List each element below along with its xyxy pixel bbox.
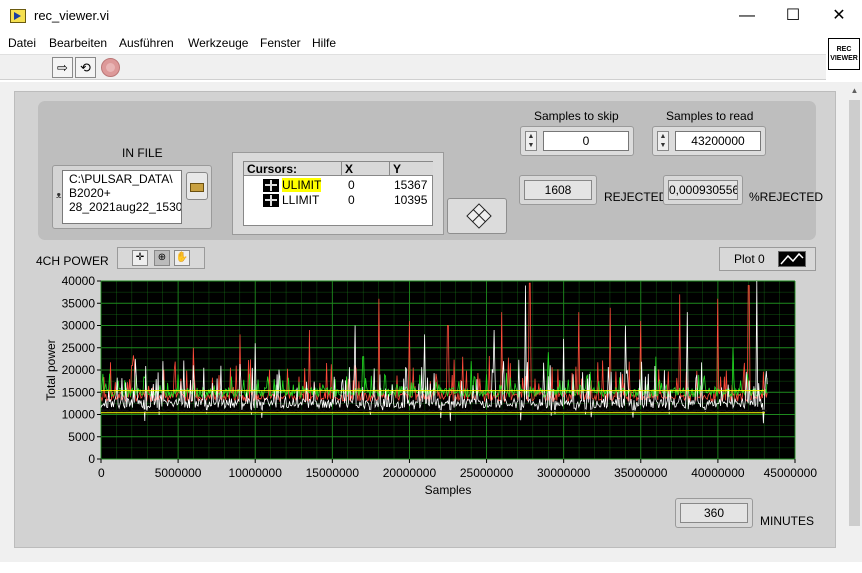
cursor-crosshair-icon[interactable] [263,179,279,192]
x-tick-label: 45000000 [764,466,818,480]
path-line-3: 28_2021aug22_1530 [69,200,182,214]
pct-rejected-label: %REJECTED [749,190,824,204]
maximize-button[interactable]: ☐ [770,0,816,32]
cursor-llimit-name[interactable]: LLIMIT [282,193,319,207]
cursor-ulimit-x: 0 [348,178,355,192]
in-file-label: IN FILE [122,146,163,160]
title-bar: rec_viewer.vi — ☐ ✕ [0,0,862,32]
rejected-indicator: 1608 [519,175,597,205]
y-tick-label: 10000 [62,408,96,422]
x-tick-label: 5000000 [155,466,202,480]
y-tick-label: 25000 [62,341,96,355]
cursor-table[interactable]: Cursors: X Y ULIMIT 0 15367 LLIMIT 0 103… [243,161,433,226]
toolbar: ⇨ ⟲ [0,54,826,80]
y-tick-label: 5000 [68,430,95,444]
samples-to-skip-control: ▲ ▼ 0 [520,126,634,156]
menu-bearbeiten[interactable]: Bearbeiten [49,36,107,50]
run-arrow-icon[interactable]: ⇨ [52,57,73,78]
samples-to-read-control: ▲ ▼ 43200000 [652,126,766,156]
samples-to-read-input[interactable]: 43200000 [675,131,761,151]
plot-swatch-line [780,252,804,265]
cursor-llimit-x: 0 [348,193,355,207]
labview-vi-icon [10,9,26,23]
x-axis-label: Samples [425,483,472,497]
samples-to-skip-label: Samples to skip [534,109,619,123]
y-tick-label: 15000 [62,385,96,399]
samples-to-read-stepper[interactable]: ▲ ▼ [657,131,669,151]
browse-button[interactable] [186,172,208,200]
y-tick-label: 30000 [62,319,96,333]
x-tick-label: 35000000 [614,466,668,480]
y-tick-label: 35000 [62,296,96,310]
rejected-value: 1608 [524,180,592,200]
cursor-header-name: Cursors: [244,162,342,176]
cursor-ulimit-name[interactable]: ULIMIT [282,178,322,192]
samples-to-skip-stepper[interactable]: ▲ ▼ [525,131,537,151]
close-button[interactable]: ✕ [816,0,862,32]
path-line-4: .... [69,214,83,224]
horizontal-scroll-area [0,562,862,573]
y-tick-label: 40000 [62,274,96,288]
pct-rejected-indicator: 0,000930556 [663,175,743,205]
cursor-move-button[interactable] [447,198,507,234]
waveform-graph[interactable]: 0 5000 10000 15000 20000 25000 30000 35000 40000… [0,270,840,502]
zoom-tool-icon[interactable]: ⊕ [154,250,170,266]
abort-execution-icon[interactable] [101,58,120,77]
x-tick-label: 0 [98,466,105,480]
vi-connector-icon[interactable]: REC VIEWER [828,38,860,70]
cursor-header-x: X [342,162,390,176]
cursor-tool-icon[interactable]: ✛ [132,250,148,266]
samples-to-skip-input[interactable]: 0 [543,131,629,151]
path-line-2: B2020+ [69,186,111,200]
x-tick-label: 25000000 [460,466,514,480]
minutes-indicator: 360 [675,498,753,528]
plot-line-style-icon [778,251,806,267]
x-tick-label: 15000000 [306,466,360,480]
minimize-button[interactable]: — [724,0,770,32]
plot-legend[interactable]: Plot 0 [719,247,816,271]
scrollbar-thumb[interactable] [849,100,860,526]
menu-ausfuehren[interactable]: Ausführen [119,36,174,50]
rejected-label: REJECTED [604,190,668,204]
x-tick-label: 30000000 [537,466,591,480]
minutes-value: 360 [680,503,748,523]
y-tick-label: 0 [88,452,95,466]
x-tick-label: 10000000 [229,466,283,480]
pan-hand-icon[interactable]: ✋ [174,250,190,266]
folder-icon [190,183,204,192]
path-line-1: C:\PULSAR_DATA\ [69,172,173,186]
in-file-path-field[interactable]: C:\PULSAR_DATA\ B2020+ 28_2021aug22_1530… [62,170,182,224]
vi-icon-line2: VIEWER [830,55,858,62]
samples-to-read-label: Samples to read [666,109,754,123]
x-tick-label: 20000000 [383,466,437,480]
cursor-crosshair-icon[interactable] [263,194,279,207]
graph-palette: ✛ ⊕ ✋ [117,247,205,269]
plot-legend-label: Plot 0 [734,252,765,266]
y-tick-label: 20000 [62,363,96,377]
run-continuously-icon[interactable]: ⟲ [75,57,96,78]
window-title: rec_viewer.vi [34,8,110,23]
menu-werkzeuge[interactable]: Werkzeuge [188,36,248,50]
menu-hilfe[interactable]: Hilfe [312,36,336,50]
graph-label: 4CH POWER [36,254,109,268]
cursor-llimit-y: 10395 [394,193,428,207]
cursor-ulimit-y: 15367 [394,178,428,192]
pct-rejected-value: 0,000930556 [668,180,738,200]
vi-icon-line1: REC [836,46,852,53]
y-axis-label: Total power [44,339,58,400]
x-tick-label: 40000000 [691,466,745,480]
scroll-up-icon[interactable]: ▲ [849,86,860,95]
vertical-scrollbar[interactable]: ▲ [847,82,862,562]
menu-bar: Datei Bearbeiten Ausführen Werkzeuge Fen… [0,32,862,54]
cursor-header-y: Y [390,162,433,176]
path-type-icon: ᴥ [56,190,62,200]
menu-fenster[interactable]: Fenster [260,36,301,50]
menu-datei[interactable]: Datei [8,36,36,50]
minutes-label: MINUTES [760,514,814,528]
cursor-move-icon [466,203,492,229]
